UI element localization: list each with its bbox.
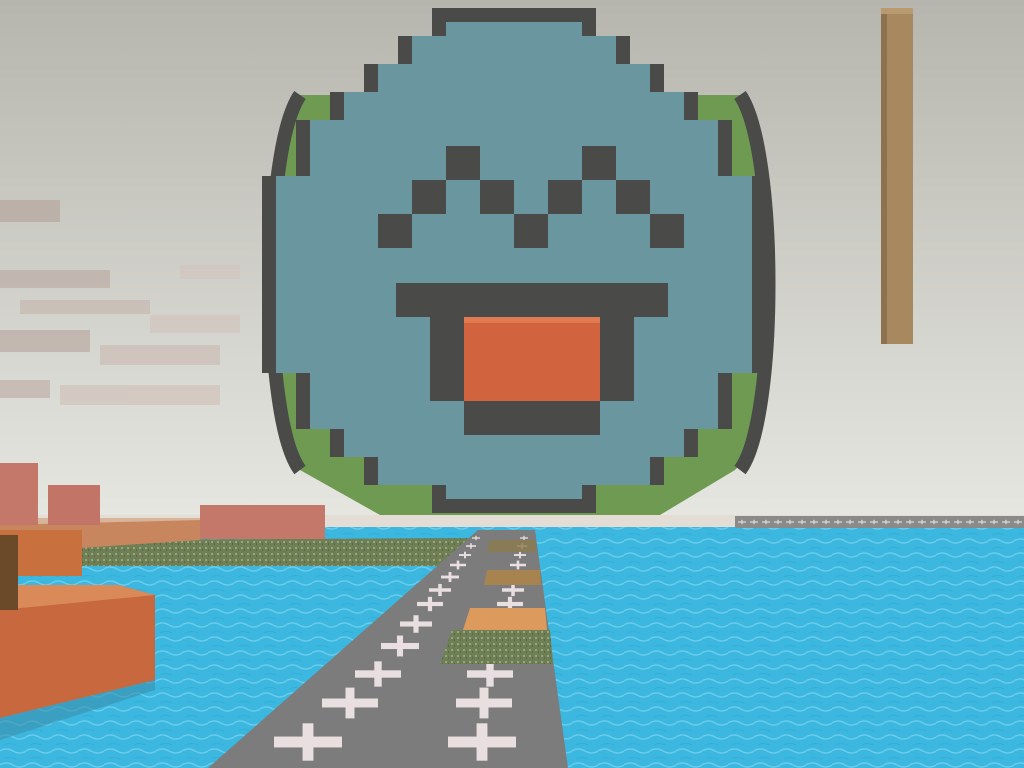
- voxel-scene[interactable]: [0, 0, 1024, 768]
- right-eye-block: [582, 146, 616, 180]
- left-eye-block: [446, 146, 480, 180]
- floating-wood-pole: [881, 8, 913, 344]
- face-fill-row: [310, 148, 718, 177]
- mouth-left: [430, 317, 464, 401]
- face-fill-row: [378, 456, 650, 485]
- tongue: [464, 317, 600, 401]
- right-eye-block: [616, 180, 650, 214]
- tongue-highlight: [464, 317, 600, 323]
- right-eye-block: [650, 214, 684, 248]
- left-eye-block: [480, 180, 514, 214]
- left-eye-block: [378, 214, 412, 248]
- mouth-bottom: [464, 401, 600, 435]
- right-eye-block: [548, 180, 582, 214]
- face-fill-row: [446, 484, 582, 499]
- mouth-top: [396, 283, 668, 317]
- far-pier: [735, 516, 1024, 528]
- face-fill-row: [446, 22, 582, 37]
- left-eye-block: [412, 180, 446, 214]
- face-fill-row: [310, 120, 718, 149]
- face-fill-row: [344, 92, 684, 121]
- mouth-right: [600, 317, 634, 401]
- game-viewport[interactable]: [0, 0, 1024, 768]
- right-eye-block: [514, 214, 548, 248]
- face-fill-row: [412, 36, 616, 65]
- face-fill-row: [378, 64, 650, 93]
